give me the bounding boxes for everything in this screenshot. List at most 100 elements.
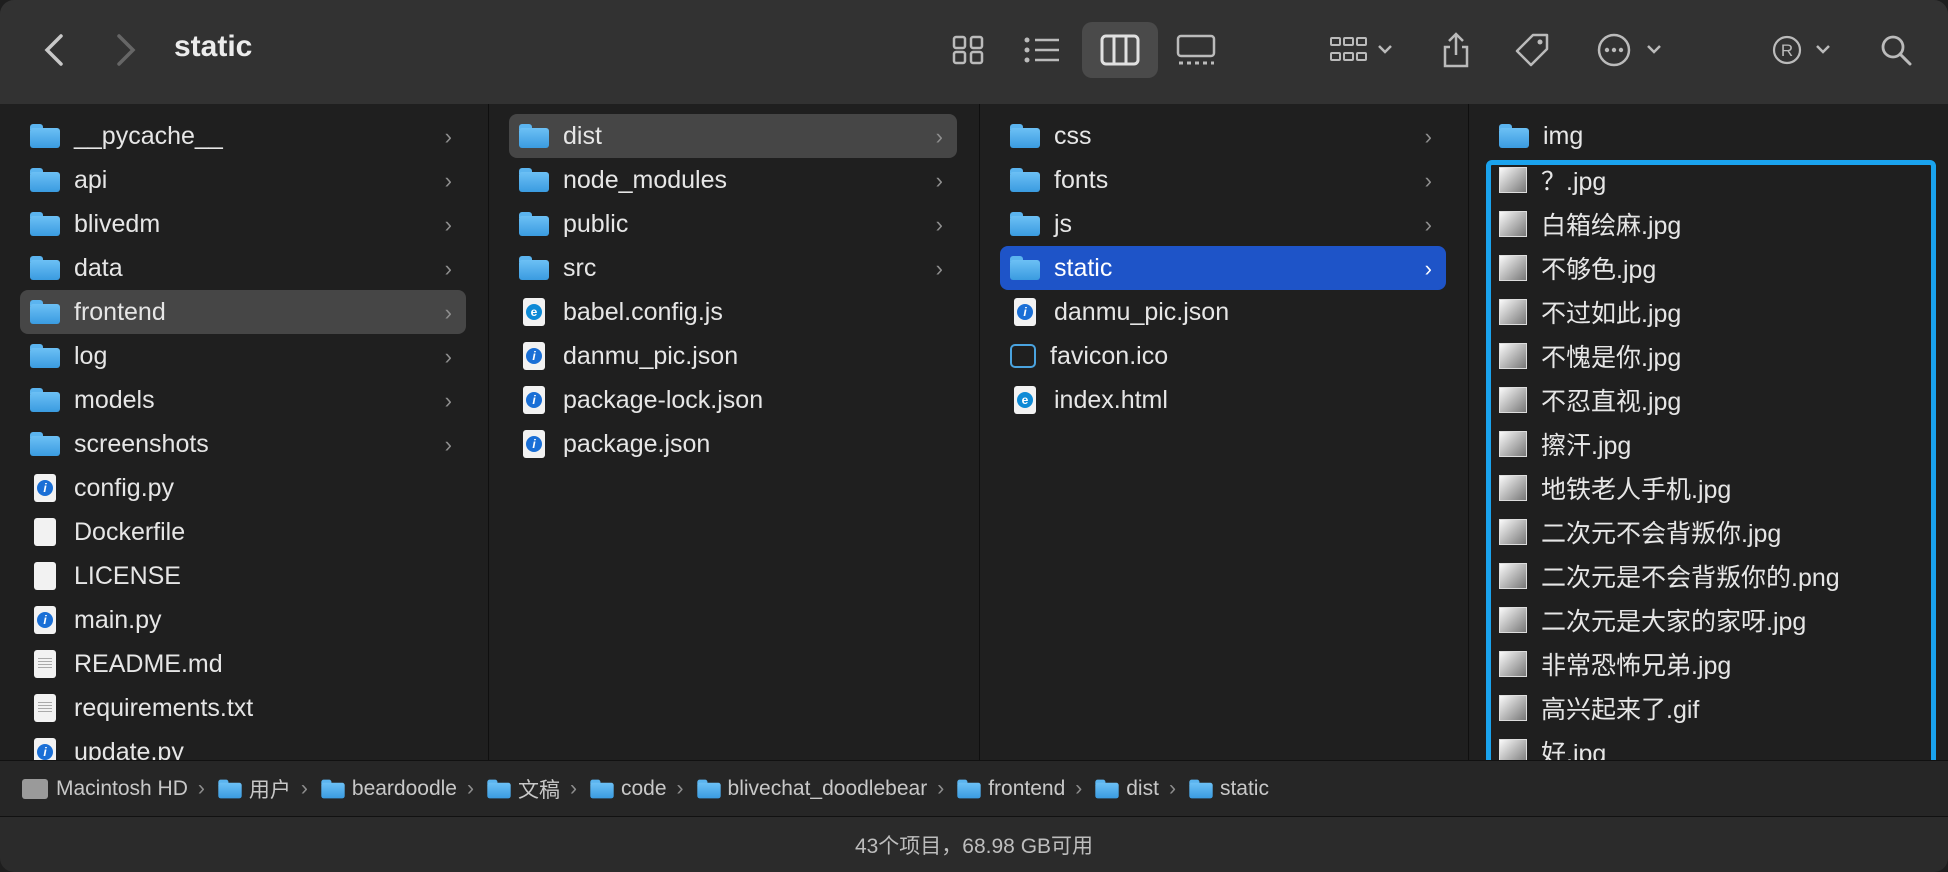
document-file-icon xyxy=(34,562,56,590)
file-row[interactable]: 不过如此.jpg xyxy=(1489,290,1926,334)
file-row[interactable]: 不忍直视.jpg xyxy=(1489,378,1926,422)
file-row[interactable]: ？.jpg xyxy=(1489,158,1926,202)
folder-row[interactable]: blivedm › xyxy=(20,202,466,246)
status-text: 43个项目，68.98 GB可用 xyxy=(854,835,1094,858)
file-row[interactable]: i main.py xyxy=(20,598,466,642)
folder-row[interactable]: fonts › xyxy=(1000,158,1446,202)
file-row[interactable]: 不够色.jpg xyxy=(1489,246,1926,290)
folder-row[interactable]: api › xyxy=(20,158,466,202)
item-label: 不过如此.jpg xyxy=(1541,300,1682,328)
file-row[interactable]: requirements.txt xyxy=(20,686,466,730)
item-label: README.md xyxy=(74,649,223,678)
file-row[interactable]: 二次元是大家的家呀.jpg xyxy=(1489,598,1926,642)
share-icon[interactable] xyxy=(1436,22,1476,78)
registered-menu-icon[interactable]: R xyxy=(1770,22,1836,78)
item-label: favicon.ico xyxy=(1050,341,1169,370)
folder-icon xyxy=(519,168,549,192)
icon-view-icon[interactable] xyxy=(946,22,990,78)
file-row[interactable]: 白箱绘麻.jpg xyxy=(1489,202,1926,246)
file-row[interactable]: i danmu_pic.json xyxy=(1000,290,1446,334)
folder-row[interactable]: static › xyxy=(1000,246,1446,290)
list-view-icon[interactable] xyxy=(1018,22,1066,78)
folder-row[interactable]: __pycache__ › xyxy=(20,114,466,158)
script-file-icon: i xyxy=(34,606,56,634)
file-row[interactable]: i package.json xyxy=(509,422,957,466)
image-thumbnail-icon xyxy=(1499,563,1527,589)
file-type-glyph: e xyxy=(1017,392,1033,408)
breadcrumb-label: Macintosh HD xyxy=(56,776,188,800)
breadcrumb-item[interactable]: static xyxy=(1186,777,1269,801)
script-file-icon: i xyxy=(34,474,56,502)
search-icon[interactable] xyxy=(1876,22,1916,78)
folder-icon xyxy=(957,779,981,798)
file-row[interactable]: 高兴起来了.gif xyxy=(1489,686,1926,730)
folder-row[interactable]: frontend › xyxy=(20,290,466,334)
item-label: requirements.txt xyxy=(74,693,254,722)
folder-row[interactable]: src › xyxy=(509,246,957,290)
item-label: 地铁老人手机.jpg xyxy=(1541,476,1732,504)
chevron-right-icon: › xyxy=(935,212,943,237)
folder-icon xyxy=(519,124,549,148)
item-label: package-lock.json xyxy=(563,385,764,414)
more-actions-icon[interactable] xyxy=(1594,22,1668,78)
gallery-view-icon[interactable] xyxy=(1172,22,1220,78)
tag-icon[interactable] xyxy=(1510,22,1554,78)
folder-row[interactable]: img xyxy=(1489,114,1926,158)
image-thumbnail-icon xyxy=(1499,343,1527,369)
file-row[interactable]: 地铁老人手机.jpg xyxy=(1489,466,1926,510)
file-type-glyph: e xyxy=(526,304,542,320)
file-row[interactable]: LICENSE xyxy=(20,554,466,598)
item-label: src xyxy=(563,253,597,282)
file-row[interactable]: favicon.ico xyxy=(1000,334,1446,378)
folder-icon xyxy=(1010,256,1040,280)
breadcrumb-label: dist xyxy=(1126,776,1159,800)
breadcrumb-item[interactable]: blivechat_doodlebear › xyxy=(694,777,955,801)
column-view-icon[interactable] xyxy=(1082,22,1158,78)
breadcrumb-label: beardoodle xyxy=(351,776,457,800)
breadcrumb-item[interactable]: frontend › xyxy=(954,777,1092,801)
breadcrumb-item[interactable]: 用户 › xyxy=(215,774,318,804)
file-row[interactable]: Dockerfile xyxy=(20,510,466,554)
file-row[interactable]: i update.py xyxy=(20,730,466,760)
group-by-icon[interactable] xyxy=(1326,22,1398,78)
breadcrumb-separator: › xyxy=(937,776,945,800)
breadcrumb-separator: › xyxy=(1168,776,1176,800)
file-row[interactable]: 好.jpg xyxy=(1489,730,1926,760)
web-file-icon: e xyxy=(1014,386,1036,414)
folder-row[interactable]: dist › xyxy=(509,114,957,158)
web-file-icon: e xyxy=(523,298,545,326)
file-row[interactable]: i config.py xyxy=(20,466,466,510)
folder-row[interactable]: js › xyxy=(1000,202,1446,246)
document-file-icon xyxy=(34,694,56,722)
folder-row[interactable]: screenshots › xyxy=(20,422,466,466)
folder-row[interactable]: public › xyxy=(509,202,957,246)
breadcrumb-item[interactable]: dist › xyxy=(1092,777,1186,801)
breadcrumb-item[interactable]: 文稿 › xyxy=(484,774,587,804)
file-row[interactable]: README.md xyxy=(20,642,466,686)
folder-row[interactable]: models › xyxy=(20,378,466,422)
back-icon[interactable] xyxy=(36,22,72,78)
folder-row[interactable]: node_modules › xyxy=(509,158,957,202)
file-row[interactable]: 擦汗.jpg xyxy=(1489,422,1926,466)
file-row[interactable]: i package-lock.json xyxy=(509,378,957,422)
folder-row[interactable]: data › xyxy=(20,246,466,290)
folder-row[interactable]: log › xyxy=(20,334,466,378)
file-row[interactable]: e index.html xyxy=(1000,378,1446,422)
file-row[interactable]: 二次元是不会背叛你的.png xyxy=(1489,554,1926,598)
file-row[interactable]: 不愧是你.jpg xyxy=(1489,334,1926,378)
file-row[interactable]: i danmu_pic.json xyxy=(509,334,957,378)
folder-row[interactable]: css › xyxy=(1000,114,1446,158)
item-label: danmu_pic.json xyxy=(563,341,739,370)
item-label: 非常恐怖兄弟.jpg xyxy=(1541,652,1732,680)
finder-window: static R __pycache__ › api › blivedm › d… xyxy=(0,0,1948,872)
chevron-right-icon: › xyxy=(935,256,943,281)
image-thumbnail-icon xyxy=(1499,255,1527,281)
file-row[interactable]: 非常恐怖兄弟.jpg xyxy=(1489,642,1926,686)
breadcrumb-item[interactable]: Macintosh HD › xyxy=(22,777,215,801)
item-label: img xyxy=(1543,121,1584,150)
breadcrumb-item[interactable]: beardoodle › xyxy=(318,777,484,801)
forward-icon[interactable] xyxy=(108,22,144,78)
file-row[interactable]: 二次元不会背叛你.jpg xyxy=(1489,510,1926,554)
file-row[interactable]: e babel.config.js xyxy=(509,290,957,334)
breadcrumb-item[interactable]: code › xyxy=(587,777,694,801)
